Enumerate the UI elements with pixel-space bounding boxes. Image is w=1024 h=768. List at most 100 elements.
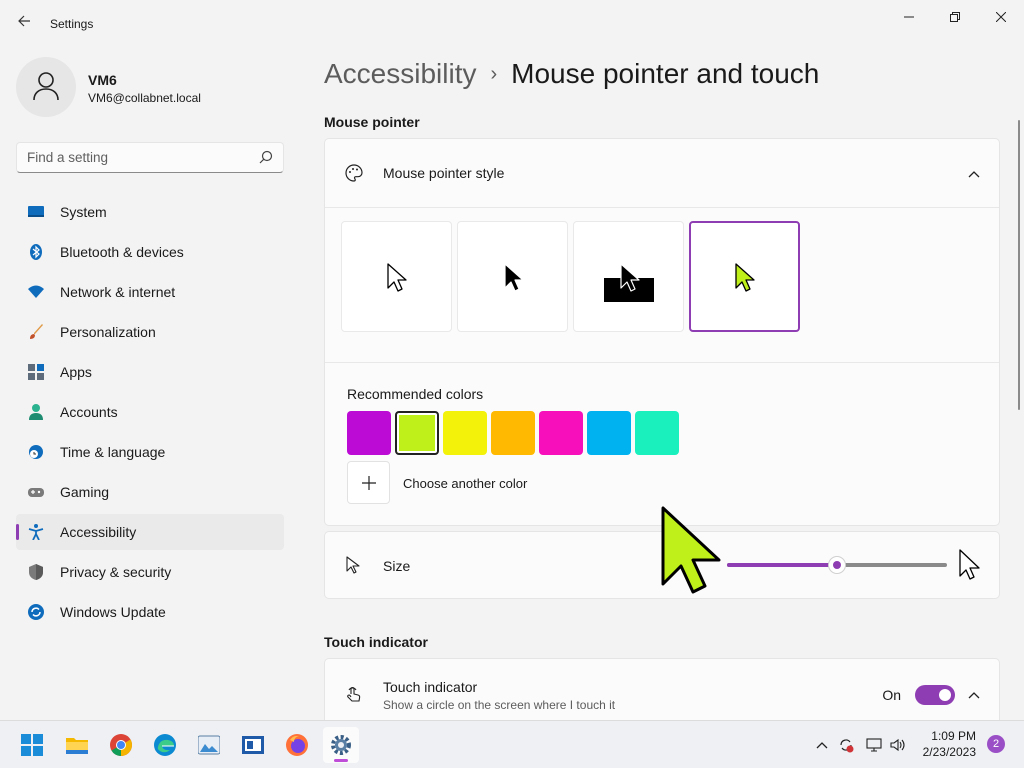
back-button[interactable]: [14, 14, 34, 34]
color-swatch-lime[interactable]: [395, 411, 439, 455]
profile-email: VM6@collabnet.local: [88, 91, 201, 105]
mouse-pointer-style-label: Mouse pointer style: [383, 165, 505, 181]
search-input[interactable]: Find a setting: [16, 142, 284, 173]
sidebar-item-time-language[interactable]: Time & language: [16, 434, 284, 470]
color-swatch-pink[interactable]: [539, 411, 583, 455]
breadcrumb-parent[interactable]: Accessibility: [324, 58, 476, 89]
restore-button[interactable]: [932, 6, 978, 28]
search-icon: [259, 150, 273, 164]
clock-time[interactable]: 1:09 PM: [931, 729, 976, 743]
sidebar-item-windows-update[interactable]: Windows Update: [16, 594, 284, 630]
photos-icon: [198, 735, 220, 755]
title-bar: Settings: [0, 0, 1024, 48]
minimize-button[interactable]: [886, 6, 932, 28]
section-title-touch-indicator: Touch indicator: [324, 634, 428, 650]
monitor-icon: [28, 206, 44, 217]
gamepad-icon: [28, 488, 44, 497]
sidebar-item-label: Network & internet: [60, 284, 176, 300]
pointer-style-white[interactable]: [341, 221, 452, 332]
size-slider[interactable]: [727, 556, 947, 574]
slider-thumb[interactable]: [828, 556, 846, 574]
clock-date[interactable]: 2/23/2023: [923, 745, 976, 759]
breadcrumb: Accessibility › Mouse pointer and touch: [324, 58, 819, 90]
divider: [325, 207, 999, 208]
touch-indicator-toggle[interactable]: [915, 685, 955, 705]
breadcrumb-separator: ›: [490, 63, 498, 85]
sidebar-item-network[interactable]: Network & internet: [16, 274, 284, 310]
sidebar-item-label: Bluetooth & devices: [60, 244, 184, 260]
sidebar-item-bluetooth[interactable]: Bluetooth & devices: [16, 234, 284, 270]
touch-indicator-label: Touch indicator: [383, 679, 478, 695]
update-icon: [28, 604, 44, 620]
large-pointer-icon: [959, 549, 980, 580]
restore-icon: [950, 12, 960, 22]
sidebar-item-label: Privacy & security: [60, 564, 172, 580]
pointer-icon: [346, 556, 360, 574]
sidebar-item-apps[interactable]: Apps: [16, 354, 284, 390]
custom-color-pointer-icon: [735, 263, 755, 292]
brush-icon: [30, 324, 43, 339]
globe-clock-icon: [29, 445, 43, 459]
color-swatch-yellow[interactable]: [443, 411, 487, 455]
sync-alert-icon[interactable]: [838, 737, 854, 753]
sidebar-item-privacy[interactable]: Privacy & security: [16, 554, 284, 590]
taskbar-chrome[interactable]: [103, 727, 139, 763]
taskbar-edge[interactable]: [147, 727, 183, 763]
section-title-mouse-pointer: Mouse pointer: [324, 114, 420, 130]
pointer-style-custom[interactable]: [689, 221, 800, 332]
settings-icon: [331, 735, 351, 755]
chevron-up-icon[interactable]: [814, 737, 830, 753]
mouse-pointer-style-header[interactable]: Mouse pointer style: [325, 139, 999, 207]
color-swatch-purple[interactable]: [347, 411, 391, 455]
search-placeholder: Find a setting: [27, 150, 109, 165]
start-button[interactable]: [14, 727, 50, 763]
color-swatch-blue[interactable]: [587, 411, 631, 455]
taskbar-firefox[interactable]: [279, 727, 315, 763]
toggle-state-text: On: [882, 687, 901, 703]
network-icon[interactable]: [866, 737, 882, 753]
sidebar-item-label: Accessibility: [60, 524, 137, 540]
file-explorer-icon: [66, 738, 88, 754]
choose-color-button[interactable]: [347, 461, 390, 504]
start-icon: [21, 734, 43, 756]
close-button[interactable]: [978, 6, 1024, 28]
notification-badge[interactable]: 2: [987, 735, 1005, 753]
minimize-icon: [904, 16, 914, 18]
chevron-up-icon[interactable]: [967, 169, 981, 179]
taskbar-settings[interactable]: [323, 727, 359, 763]
taskbar-photos[interactable]: [191, 727, 227, 763]
sidebar-item-personalization[interactable]: Personalization: [16, 314, 284, 350]
color-swatch-orange[interactable]: [491, 411, 535, 455]
edge-icon: [154, 734, 176, 756]
app-title: Settings: [50, 17, 94, 31]
touch-indicator-description: Show a circle on the screen where I touc…: [383, 698, 616, 712]
pointer-style-black[interactable]: [457, 221, 568, 332]
sidebar-item-accounts[interactable]: Accounts: [16, 394, 284, 430]
taskbar: [0, 720, 1024, 768]
arrow-left-icon: [18, 15, 30, 27]
color-swatch-teal[interactable]: [635, 411, 679, 455]
taskbar-news[interactable]: [235, 727, 271, 763]
taskbar-file-explorer[interactable]: [59, 727, 95, 763]
scrollbar[interactable]: [1018, 120, 1020, 410]
volume-icon[interactable]: [890, 737, 906, 753]
page-title: Mouse pointer and touch: [511, 58, 820, 89]
sidebar-item-label: Accounts: [60, 404, 118, 420]
sidebar-item-accessibility[interactable]: Accessibility: [16, 514, 284, 550]
pointer-style-inverted[interactable]: [573, 221, 684, 332]
sidebar-item-label: Apps: [60, 364, 92, 380]
black-pointer-icon: [504, 263, 524, 292]
sidebar-item-system[interactable]: System: [16, 194, 284, 230]
accessibility-icon: [28, 524, 44, 540]
sidebar-item-label: Personalization: [60, 324, 156, 340]
size-label: Size: [383, 558, 411, 574]
chrome-icon: [110, 734, 132, 756]
sidebar-item-gaming[interactable]: Gaming: [16, 474, 284, 510]
chevron-up-icon[interactable]: [967, 690, 981, 700]
mouse-pointer-style-card: Mouse pointer style: [324, 138, 1000, 526]
news-icon: [242, 736, 264, 754]
sidebar-item-label: Gaming: [60, 484, 110, 500]
person-icon: [33, 72, 59, 101]
firefox-icon: [286, 734, 308, 756]
shield-icon: [29, 564, 43, 580]
